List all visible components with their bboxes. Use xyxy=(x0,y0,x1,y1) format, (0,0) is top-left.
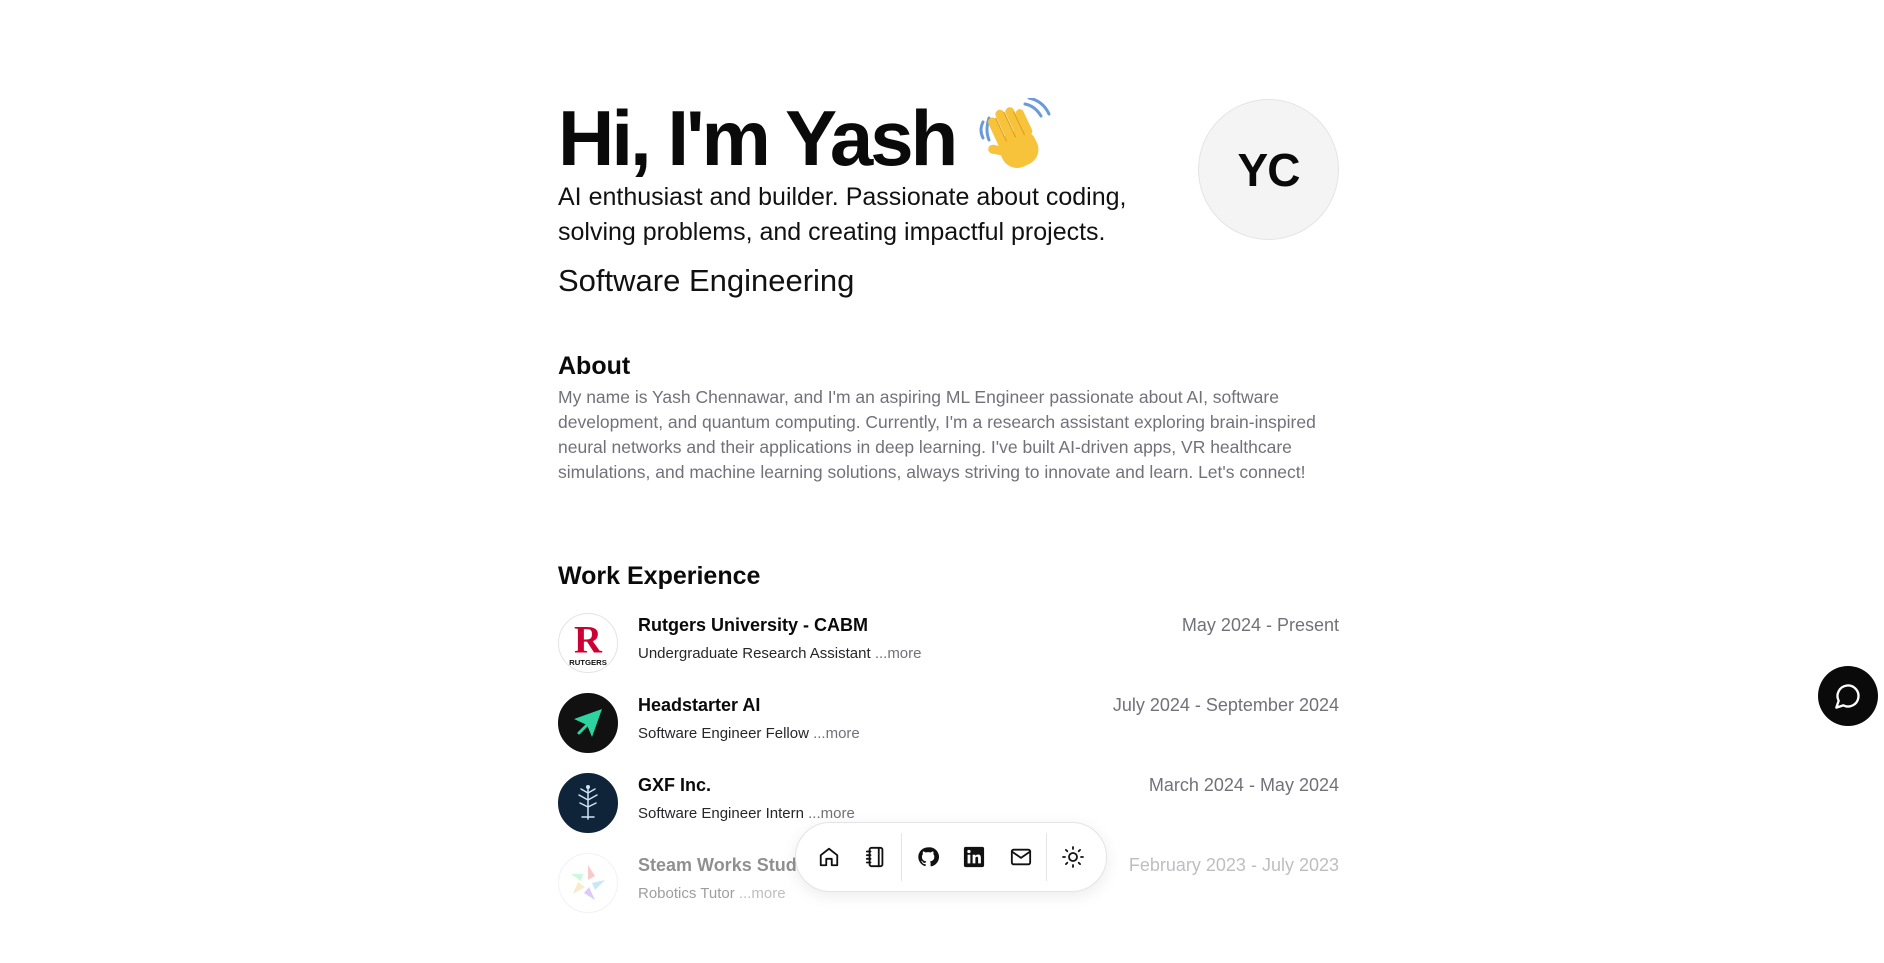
notebook-icon[interactable] xyxy=(853,833,900,881)
work-role: Undergraduate Research Assistant ...more xyxy=(638,645,922,662)
mail-icon[interactable] xyxy=(998,833,1045,881)
chat-bubble-icon xyxy=(1835,684,1860,709)
more-link[interactable]: ...more xyxy=(808,805,855,822)
svg-text:R: R xyxy=(574,620,603,662)
work-dates: February 2023 - July 2023 xyxy=(1128,855,1339,875)
work-company: Headstarter AI xyxy=(638,695,761,715)
work-role-text: Undergraduate Research Assistant xyxy=(638,645,871,662)
avatar-initials: YC xyxy=(1237,143,1301,196)
work-role-text: Robotics Tutor xyxy=(638,885,735,902)
about-heading: About xyxy=(558,352,631,380)
hero-title-text: Hi, I'm Yash xyxy=(558,94,958,182)
more-link[interactable]: ...more xyxy=(813,725,860,742)
home-icon[interactable] xyxy=(806,833,853,881)
about-text: My name is Yash Chennawar, and I'm an as… xyxy=(558,387,1316,482)
work-role: Software Engineer Fellow ...more xyxy=(638,725,860,742)
headstarter-logo-icon xyxy=(558,693,618,753)
work-dates: May 2024 - Present xyxy=(1181,615,1339,635)
hero-section: Hi, I'm Yash AI enthusiast and builder. … xyxy=(558,0,1339,320)
steamworks-logo-icon xyxy=(558,853,618,913)
work-role: Software Engineer Intern ...more xyxy=(638,805,855,822)
work-role-text: Software Engineer Fellow xyxy=(638,725,809,742)
chat-button[interactable] xyxy=(1818,666,1878,726)
work-item-headstarter[interactable]: Headstarter AI Software Engineer Fellow … xyxy=(558,693,1339,755)
floating-dock xyxy=(795,822,1107,892)
gxf-logo-icon xyxy=(558,773,618,833)
sun-icon[interactable] xyxy=(1049,833,1096,881)
dock-divider xyxy=(1046,833,1048,881)
hero-subtitle: AI enthusiast and builder. Passionate ab… xyxy=(558,183,1127,246)
page: Hi, I'm Yash AI enthusiast and builder. … xyxy=(0,0,1884,963)
avatar: YC xyxy=(1198,99,1339,240)
work-company: GXF Inc. xyxy=(638,775,712,795)
work-dates: March 2024 - May 2024 xyxy=(1148,775,1339,795)
work-dates: July 2024 - September 2024 xyxy=(1112,695,1339,715)
more-link[interactable]: ...more xyxy=(875,645,922,662)
work-company: Rutgers University - CABM xyxy=(638,615,869,635)
work-role: Robotics Tutor ...more xyxy=(638,885,786,902)
work-item-rutgers[interactable]: R RUTGERS Rutgers University - CABM Unde… xyxy=(558,613,1339,675)
main-content: Hi, I'm Yash AI enthusiast and builder. … xyxy=(558,0,1339,913)
rutgers-logo-icon: R RUTGERS xyxy=(558,613,618,673)
linkedin-icon[interactable] xyxy=(951,833,998,881)
dock-divider xyxy=(901,833,903,881)
svg-text:RUTGERS: RUTGERS xyxy=(569,658,607,667)
work-experience-heading: Work Experience xyxy=(558,562,761,590)
work-company: Steam Works Stud xyxy=(638,855,797,875)
github-icon[interactable] xyxy=(904,833,951,881)
hero-role: Software Engineering xyxy=(558,263,855,298)
work-role-text: Software Engineer Intern xyxy=(638,805,804,822)
more-link[interactable]: ...more xyxy=(739,885,786,902)
